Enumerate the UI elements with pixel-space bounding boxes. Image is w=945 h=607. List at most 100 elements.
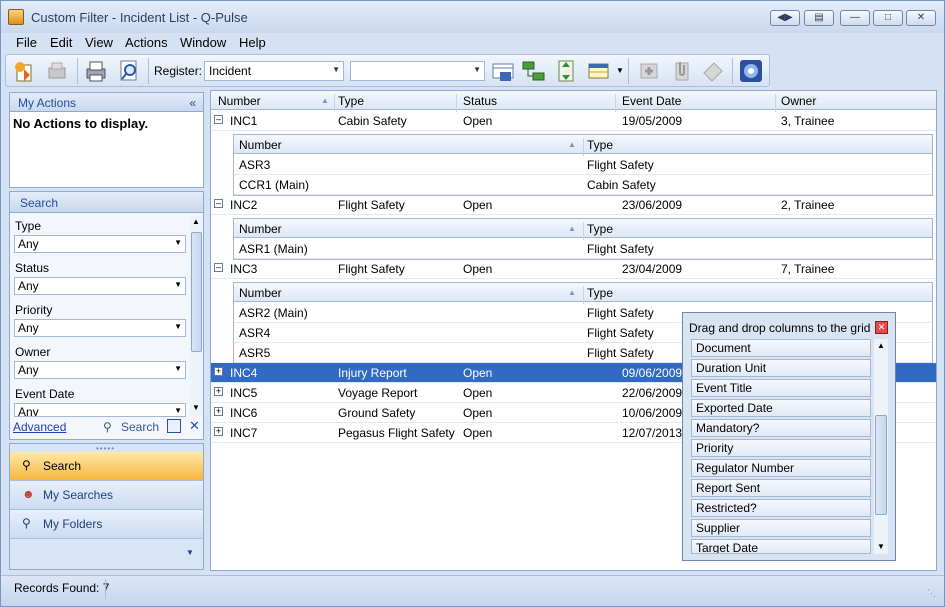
owner-select[interactable]: Any ▼	[14, 361, 186, 379]
cell-owner: 7, Trainee	[781, 262, 835, 276]
status-divider	[105, 579, 106, 599]
column-item[interactable]: Mandatory?	[691, 419, 871, 437]
owner-select-value: Any	[18, 363, 39, 377]
chevron-down-icon[interactable]: ▼	[186, 548, 194, 557]
scroll-down-icon[interactable]: ▼	[192, 403, 200, 412]
expand-row-icon[interactable]: +	[214, 367, 223, 376]
table-row[interactable]: – INC1 Cabin Safety Open 19/05/2009 3, T…	[211, 111, 936, 131]
advanced-link[interactable]: Advanced	[13, 420, 66, 434]
add-disabled-icon[interactable]	[636, 59, 662, 83]
column-chooser-icon[interactable]	[586, 59, 612, 83]
nav-my-folders-button[interactable]: ⚲ My Folders	[10, 510, 203, 539]
column-item[interactable]: Regulator Number	[691, 459, 871, 477]
close-icon[interactable]: ✕	[875, 321, 888, 334]
chevron-down-icon[interactable]: ▼	[616, 66, 624, 75]
tile-icon[interactable]: ◀▶	[770, 10, 800, 26]
maximize-button[interactable]: □	[873, 10, 903, 26]
menu-view[interactable]: View	[85, 35, 113, 50]
nav-search-button[interactable]: ⚲ Search	[10, 452, 203, 481]
col-type[interactable]: Type	[335, 94, 457, 112]
collapse-row-icon[interactable]: –	[214, 115, 223, 124]
resize-grip-icon[interactable]: ⋱	[927, 588, 936, 599]
column-item[interactable]: Event Title	[691, 379, 871, 397]
search-button[interactable]: Search	[121, 420, 159, 434]
scroll-down-icon[interactable]: ▼	[877, 542, 885, 551]
print-disabled-icon[interactable]	[44, 59, 70, 83]
child-row[interactable]: ASR3 Flight Safety	[234, 155, 932, 175]
priority-select[interactable]: Any ▼	[14, 319, 186, 337]
chevron-down-icon: ▼	[174, 322, 182, 331]
title-bar: Custom Filter - Incident List - Q-Pulse …	[1, 1, 944, 33]
scrollbar-thumb[interactable]	[191, 232, 202, 352]
column-item[interactable]: Exported Date	[691, 399, 871, 417]
column-item[interactable]: Restricted?	[691, 499, 871, 517]
restore-doc-icon[interactable]: ▤	[804, 10, 834, 26]
col-status[interactable]: Status	[460, 94, 616, 112]
column-item[interactable]: Target Date	[691, 539, 871, 554]
column-item[interactable]: Report Sent	[691, 479, 871, 497]
table-row[interactable]: – INC2 Flight Safety Open 23/06/2009 2, …	[211, 195, 936, 215]
child-col-number[interactable]: Number	[236, 286, 584, 304]
column-item[interactable]: Document	[691, 339, 871, 357]
col-event-date[interactable]: Event Date	[619, 94, 776, 112]
status-select[interactable]: Any ▼	[14, 277, 186, 295]
status-select-value: Any	[18, 279, 39, 293]
column-item[interactable]: Duration Unit	[691, 359, 871, 377]
cell-type: Flight Safety	[587, 326, 654, 340]
type-select[interactable]: Any ▼	[14, 235, 186, 253]
save-search-icon[interactable]	[167, 419, 181, 433]
link-disabled-icon[interactable]	[700, 59, 726, 83]
search-scrollbar[interactable]: ▲ ▼	[190, 216, 203, 416]
child-col-number[interactable]: Number	[236, 222, 584, 240]
my-actions-header: My Actions	[10, 93, 203, 112]
sync-icon[interactable]	[738, 59, 764, 83]
child-row[interactable]: CCR1 (Main) Cabin Safety	[234, 175, 932, 195]
child-row[interactable]: ASR1 (Main) Flight Safety	[234, 239, 932, 259]
cell-type: Voyage Report	[338, 386, 418, 400]
records-found: Records Found: 7	[14, 581, 110, 595]
scroll-up-icon[interactable]: ▲	[192, 217, 200, 226]
navigation-pane: ••••• ⚲ Search ☻ My Searches ⚲ My Folder…	[9, 443, 204, 570]
minimize-button[interactable]: —	[840, 10, 870, 26]
child-col-type[interactable]: Type	[584, 222, 930, 240]
menu-actions[interactable]: Actions	[125, 35, 168, 50]
collapse-row-icon[interactable]: –	[214, 199, 223, 208]
col-owner[interactable]: Owner	[778, 94, 936, 112]
filter-select[interactable]: ▼	[350, 61, 485, 81]
clear-icon[interactable]: ✕	[189, 418, 200, 434]
cell-number: ASR2 (Main)	[239, 306, 308, 320]
scroll-up-icon[interactable]: ▲	[877, 341, 885, 350]
child-col-type[interactable]: Type	[584, 138, 930, 156]
menu-window[interactable]: Window	[180, 35, 226, 50]
expand-rows-icon[interactable]	[553, 59, 579, 83]
nav-my-searches-button[interactable]: ☻ My Searches	[10, 481, 203, 510]
collapse-row-icon[interactable]: –	[214, 263, 223, 272]
scrollbar-thumb[interactable]	[875, 415, 887, 515]
column-item[interactable]: Supplier	[691, 519, 871, 537]
collapse-left-icon[interactable]: «	[189, 96, 196, 110]
menu-help[interactable]: Help	[239, 35, 266, 50]
search-title: Search	[20, 196, 59, 210]
column-chooser-scrollbar[interactable]: ▲ ▼	[874, 339, 888, 554]
register-select[interactable]: Incident ▼	[204, 61, 344, 81]
close-button[interactable]: ✕	[906, 10, 936, 26]
table-row[interactable]: – INC3 Flight Safety Open 23/04/2009 7, …	[211, 259, 936, 279]
expand-row-icon[interactable]: +	[214, 407, 223, 416]
expand-row-icon[interactable]: +	[214, 387, 223, 396]
col-number[interactable]: Number	[215, 94, 335, 112]
expand-row-icon[interactable]: +	[214, 427, 223, 436]
save-filter-icon[interactable]	[490, 59, 516, 83]
menu-edit[interactable]: Edit	[50, 35, 72, 50]
attach-disabled-icon[interactable]	[669, 59, 695, 83]
print-preview-icon[interactable]	[116, 59, 142, 83]
toolbar-separator	[732, 58, 733, 84]
hierarchy-icon[interactable]	[521, 59, 547, 83]
event-date-select[interactable]: Any ▼	[14, 403, 186, 417]
new-record-icon[interactable]	[11, 59, 37, 83]
child-col-type[interactable]: Type	[584, 286, 930, 304]
priority-select-value: Any	[18, 321, 39, 335]
printer-icon[interactable]	[83, 59, 109, 83]
column-item[interactable]: Priority	[691, 439, 871, 457]
child-col-number[interactable]: Number	[236, 138, 584, 156]
menu-file[interactable]: File	[16, 35, 37, 50]
